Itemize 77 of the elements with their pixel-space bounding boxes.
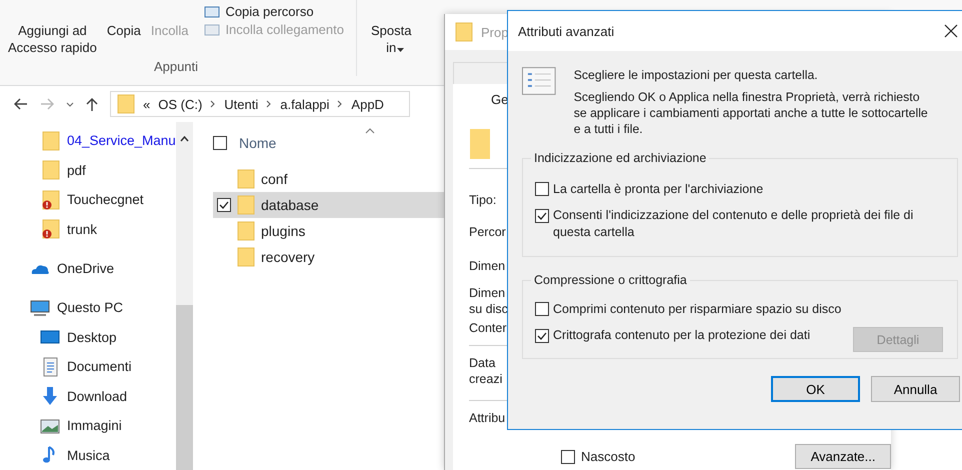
- chevron-right-icon: [210, 100, 216, 108]
- folder-icon: [117, 94, 135, 114]
- option-label: La cartella è pronta per l'archiviazione: [553, 181, 764, 198]
- property-label: Tipo:: [469, 192, 498, 209]
- dialog-button[interactable]: OK: [771, 376, 860, 402]
- ribbon-button[interactable]: Aggiungi ad Accesso rapido: [8, 0, 97, 56]
- file-row[interactable]: plugins: [213, 218, 445, 244]
- hidden-checkbox[interactable]: [561, 450, 575, 464]
- nav-item[interactable]: OneDrive: [0, 254, 176, 284]
- advanced-button[interactable]: Avanzate...: [795, 444, 891, 469]
- property-label: Conter: [469, 320, 508, 337]
- property-label: Dimen: [469, 258, 506, 275]
- file-row[interactable]: conf: [213, 166, 445, 192]
- file-row[interactable]: database: [213, 192, 445, 218]
- chevron-right-icon: [337, 100, 344, 108]
- property-label: Attribu: [469, 410, 506, 427]
- chevron-down-icon[interactable]: [66, 102, 74, 106]
- folder-icon: [237, 247, 255, 267]
- option-label: Consenti l'indicizzazione del contenuto e delle proprietà dei file di questa cartella: [553, 207, 914, 241]
- nav-item[interactable]: trunk: [0, 214, 176, 244]
- folder-icon: [237, 169, 255, 189]
- nav-item[interactable]: Documenti: [0, 352, 176, 382]
- breadcrumb[interactable]: Utenti: [224, 96, 258, 112]
- path-icon: [204, 4, 220, 18]
- clipboard-icon: [204, 22, 220, 36]
- file-row[interactable]: recovery: [213, 244, 445, 270]
- checklist-icon: [522, 67, 556, 95]
- checkbox-label: Nascosto: [581, 449, 636, 464]
- group-label: Appunti: [154, 59, 198, 76]
- folder-icon: [237, 221, 255, 241]
- move-to-button[interactable]: Sposta in: [370, 0, 412, 56]
- back-arrow-icon[interactable]: [14, 98, 28, 110]
- folder-icon: [469, 128, 491, 160]
- property-label: Percor: [469, 224, 507, 241]
- nav-item[interactable]: Questo PC: [0, 293, 176, 323]
- dialog-title: Attributi avanzati: [518, 24, 614, 38]
- ribbon-button[interactable]: Copia: [106, 0, 141, 39]
- dialog-button[interactable]: Annulla: [871, 376, 960, 402]
- checkbox[interactable]: [535, 182, 549, 196]
- nav-item[interactable]: Touchecgnet: [0, 184, 176, 214]
- folder-icon: [237, 195, 255, 215]
- group-title: Compressione o crittografia: [533, 273, 688, 287]
- path-overflow[interactable]: «: [143, 96, 150, 112]
- select-all-checkbox[interactable]: [213, 136, 227, 150]
- property-label: Dimen su disc: [469, 285, 509, 318]
- nav-item[interactable]: Download: [0, 382, 176, 412]
- nav-item[interactable]: Immagini: [0, 411, 176, 441]
- scrollbar[interactable]: [176, 122, 193, 470]
- chevron-right-icon: [266, 100, 272, 108]
- checkbox[interactable]: [535, 329, 549, 343]
- group-title: Indicizzazione ed archiviazione: [533, 151, 708, 165]
- close-icon[interactable]: [944, 24, 958, 38]
- folder-icon: [455, 22, 473, 42]
- option-label: Comprimi contenuto per risparmiare spazio su disco: [553, 301, 842, 318]
- property-label: Data creazi: [469, 355, 504, 388]
- scroll-up-icon[interactable]: [180, 136, 189, 142]
- column-header[interactable]: Nome: [239, 135, 276, 151]
- description-text: Scegliendo OK o Applica nella finestra Proprietà, verrà richiesto se applicare i cambiamenti apportati anche a tutte le sottocartelle e a tutti i file.: [574, 89, 929, 137]
- checkbox[interactable]: [535, 302, 549, 316]
- ribbon-button[interactable]: Copia percorso: [204, 4, 344, 19]
- window-title: Prop: [481, 24, 508, 40]
- checkbox[interactable]: [535, 209, 549, 223]
- nav-item[interactable]: 04_Service_Manu: [0, 126, 176, 156]
- monitor-icon: [30, 298, 50, 318]
- breadcrumb[interactable]: a.falappi: [280, 96, 330, 112]
- breadcrumb[interactable]: AppD: [351, 96, 384, 112]
- breadcrumb[interactable]: OS (C:): [158, 96, 202, 112]
- intro-text: Scegliere le impostazioni per questa cartella.: [574, 67, 819, 83]
- caret-icon: [397, 48, 404, 52]
- row-checkbox[interactable]: [217, 198, 231, 212]
- nav-item[interactable]: pdf: [0, 155, 176, 185]
- nav-item[interactable]: Musica: [0, 440, 176, 470]
- nav-item[interactable]: Desktop: [0, 322, 176, 352]
- option-label: Crittografa contenuto per la protezione dei dati: [553, 327, 812, 344]
- download-icon: [40, 386, 60, 406]
- up-arrow-icon[interactable]: [86, 97, 98, 111]
- address-bar[interactable]: « OS (C:) Utenti a.falappi AppD: [110, 91, 410, 117]
